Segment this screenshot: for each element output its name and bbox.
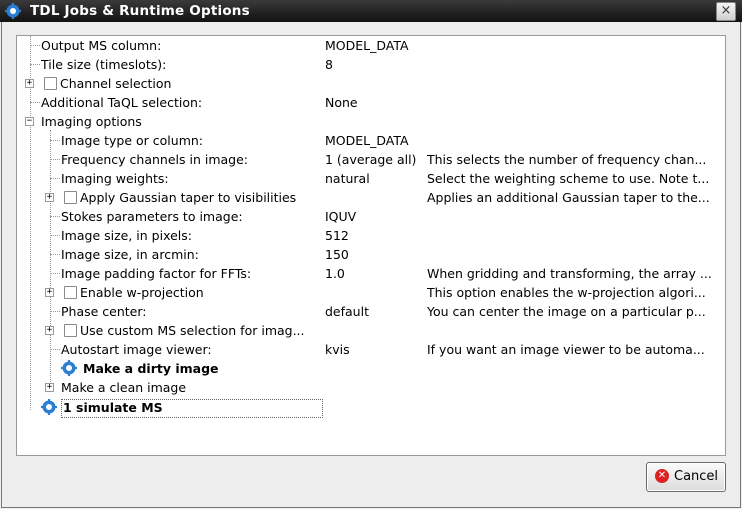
tree-row-stokes-parameters[interactable]: Stokes parameters to image: IQUV bbox=[17, 207, 725, 226]
gear-icon bbox=[41, 399, 57, 415]
window-close-button[interactable]: × bbox=[716, 2, 736, 21]
channel-selection-checkbox[interactable] bbox=[44, 77, 57, 90]
job-label[interactable]: Make a dirty image bbox=[83, 359, 219, 378]
tree-row-frequency-channels[interactable]: Frequency channels in image: 1 (average … bbox=[17, 150, 725, 169]
tree-row-image-type[interactable]: Image type or column: MODEL_DATA bbox=[17, 131, 725, 150]
tree-row-autostart-viewer[interactable]: Autostart image viewer: kvis If you want… bbox=[17, 340, 725, 359]
option-label: Imaging weights: bbox=[61, 171, 169, 186]
expand-icon[interactable]: + bbox=[45, 288, 54, 297]
option-description: This selects the number of frequency cha… bbox=[427, 152, 707, 167]
option-group-label: Imaging options bbox=[41, 114, 142, 129]
tree-row-output-ms-column[interactable]: Output MS column: MODEL_DATA bbox=[17, 36, 725, 55]
title-bar: TDL Jobs & Runtime Options × bbox=[0, 0, 742, 22]
expand-icon[interactable]: + bbox=[45, 383, 54, 392]
tree-row-phase-center[interactable]: Phase center: default You can center the… bbox=[17, 302, 725, 321]
tree-row-make-dirty-image[interactable]: Make a dirty image bbox=[17, 359, 725, 378]
tree-row-imaging-options[interactable]: − Imaging options bbox=[17, 112, 725, 131]
tree-row-make-clean-image[interactable]: + Make a clean image bbox=[17, 378, 725, 397]
job-label[interactable]: 1 simulate MS bbox=[63, 398, 163, 417]
tree-row-additional-taql[interactable]: Additional TaQL selection: None bbox=[17, 93, 725, 112]
option-label: Channel selection bbox=[60, 76, 172, 91]
option-group-label: Make a clean image bbox=[61, 380, 187, 395]
option-description: When gridding and transforming, the arra… bbox=[427, 266, 712, 281]
close-icon: × bbox=[720, 3, 732, 18]
tree-row-simulate-ms[interactable]: 1 simulate MS bbox=[17, 398, 725, 417]
option-label: Use custom MS selection for imag... bbox=[80, 323, 305, 338]
options-tree[interactable]: Output MS column: MODEL_DATA Tile size (… bbox=[16, 35, 726, 456]
gear-icon bbox=[5, 3, 21, 19]
tree-row-channel-selection[interactable]: + Channel selection bbox=[17, 74, 725, 93]
tree-row-image-size-pixels[interactable]: Image size, in pixels: 512 bbox=[17, 226, 725, 245]
cancel-icon: ✕ bbox=[655, 469, 669, 483]
gaussian-taper-checkbox[interactable] bbox=[64, 191, 77, 204]
option-label: Output MS column: bbox=[41, 38, 162, 53]
option-label: Phase center: bbox=[61, 304, 147, 319]
option-value[interactable]: 512 bbox=[325, 226, 425, 245]
option-label: Tile size (timeslots): bbox=[41, 57, 167, 72]
option-label: Enable w-projection bbox=[80, 285, 204, 300]
w-projection-checkbox[interactable] bbox=[64, 286, 77, 299]
option-value[interactable]: MODEL_DATA bbox=[325, 36, 425, 55]
window-title: TDL Jobs & Runtime Options bbox=[30, 3, 250, 19]
option-value[interactable]: 1 (average all) bbox=[325, 150, 425, 169]
expand-icon[interactable]: + bbox=[45, 193, 54, 202]
option-description: Applies an additional Gaussian taper to … bbox=[427, 190, 710, 205]
option-label: Image type or column: bbox=[61, 133, 204, 148]
tree-row-tile-size[interactable]: Tile size (timeslots): 8 bbox=[17, 55, 725, 74]
option-value[interactable]: MODEL_DATA bbox=[325, 131, 425, 150]
option-value[interactable]: natural bbox=[325, 169, 425, 188]
option-label: Additional TaQL selection: bbox=[41, 95, 203, 110]
option-description: This option enables the w-projection alg… bbox=[427, 285, 706, 300]
option-label: Image size, in arcmin: bbox=[61, 247, 199, 262]
option-value[interactable]: 8 bbox=[325, 55, 425, 74]
option-description: If you want an image viewer to be automa… bbox=[427, 342, 705, 357]
option-label: Autostart image viewer: bbox=[61, 342, 212, 357]
tree-row-custom-ms-selection[interactable]: + Use custom MS selection for imag... bbox=[17, 321, 725, 340]
tree-row-w-projection[interactable]: + Enable w-projection This option enable… bbox=[17, 283, 725, 302]
option-value[interactable]: IQUV bbox=[325, 207, 425, 226]
option-label: Frequency channels in image: bbox=[61, 152, 249, 167]
option-description: Select the weighting scheme to use. Note… bbox=[427, 171, 710, 186]
tree-row-imaging-weights[interactable]: Imaging weights: natural Select the weig… bbox=[17, 169, 725, 188]
cancel-button-label: Cancel bbox=[674, 469, 719, 484]
tree-row-padding-factor[interactable]: Image padding factor for FFTs: 1.0 When … bbox=[17, 264, 725, 283]
gear-icon bbox=[61, 360, 77, 376]
tree-row-image-size-arcmin[interactable]: Image size, in arcmin: 150 bbox=[17, 245, 725, 264]
option-label: Image size, in pixels: bbox=[61, 228, 192, 243]
expand-icon[interactable]: + bbox=[25, 79, 34, 88]
option-value[interactable]: kvis bbox=[325, 340, 425, 359]
collapse-icon[interactable]: − bbox=[25, 117, 34, 126]
tree-row-gaussian-taper[interactable]: + Apply Gaussian taper to visibilities A… bbox=[17, 188, 725, 207]
expand-icon[interactable]: + bbox=[45, 326, 54, 335]
option-value[interactable]: 150 bbox=[325, 245, 425, 264]
option-value[interactable]: 1.0 bbox=[325, 264, 425, 283]
option-value[interactable]: None bbox=[325, 93, 425, 112]
option-label: Apply Gaussian taper to visibilities bbox=[80, 190, 297, 205]
option-description: You can center the image on a particular… bbox=[427, 304, 706, 319]
cancel-button[interactable]: ✕ Cancel bbox=[646, 462, 726, 492]
option-label: Image padding factor for FFTs: bbox=[61, 266, 252, 281]
option-label: Stokes parameters to image: bbox=[61, 209, 243, 224]
option-value[interactable]: default bbox=[325, 302, 425, 321]
custom-ms-selection-checkbox[interactable] bbox=[64, 324, 77, 337]
